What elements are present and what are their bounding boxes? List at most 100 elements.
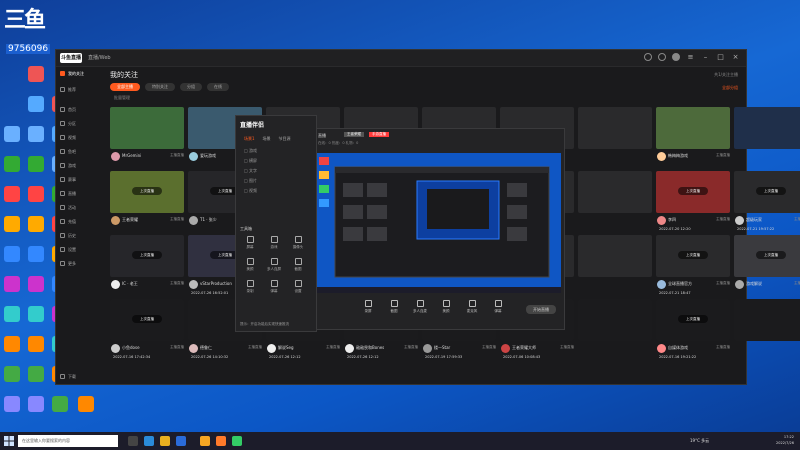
- danmaku-button[interactable]: 弹幕: [487, 297, 509, 325]
- desktop-shortcut-icon[interactable]: [28, 216, 44, 232]
- streamer-card[interactable]: 上次直播 王者荣耀 主播直播: [110, 171, 184, 233]
- source-item[interactable]: □ 游戏: [244, 148, 257, 154]
- desktop-shortcut-icon[interactable]: [28, 126, 44, 142]
- sidebar-download[interactable]: 下载: [60, 372, 76, 381]
- streamer-card[interactable]: MrGemini 主播直播: [110, 107, 184, 169]
- sidebar-item-following[interactable]: 我的关注: [60, 69, 84, 78]
- category-tag[interactable]: 王者荣耀: [344, 132, 364, 137]
- sidebar-item-recharge[interactable]: 充值: [60, 217, 76, 226]
- streamer-name[interactable]: 全球直播官方: [668, 281, 692, 287]
- desktop-shortcut-icon[interactable]: [28, 336, 44, 352]
- multi-mic-button[interactable]: 多人连麦: [409, 297, 431, 325]
- avatar[interactable]: [111, 344, 120, 353]
- microphone-button[interactable]: 麦克风: [461, 297, 483, 325]
- desktop-shortcut-icon[interactable]: [78, 396, 94, 412]
- avatar[interactable]: [345, 344, 354, 353]
- streamer-card[interactable]: 韩梅梅游戏 主播直播: [656, 107, 730, 169]
- desktop-shortcut-icon[interactable]: [4, 336, 20, 352]
- store-icon[interactable]: [176, 436, 186, 446]
- tool-camera-button[interactable]: 摄像头: [288, 236, 308, 252]
- desktop-shortcut-icon[interactable]: [4, 156, 20, 172]
- streamer-name[interactable]: 韩梅梅游戏: [668, 153, 688, 159]
- preview-canvas[interactable]: [317, 153, 561, 293]
- streamer-name[interactable]: vStarProduction: [200, 281, 232, 286]
- stream-thumbnail[interactable]: [656, 107, 730, 149]
- streamer-name[interactable]: 解说Seg: [278, 345, 294, 351]
- tool-settings-button[interactable]: 设置: [288, 280, 308, 296]
- desktop-shortcut-icon[interactable]: [28, 66, 44, 82]
- streamer-name[interactable]: 自媒体游戏: [668, 345, 688, 351]
- streamer-card[interactable]: [578, 107, 652, 169]
- group-manage-link[interactable]: 全部分组: [722, 85, 738, 91]
- filter-online[interactable]: 在线: [207, 83, 229, 91]
- avatar[interactable]: [735, 216, 744, 225]
- stream-thumbnail[interactable]: [578, 107, 652, 149]
- desktop-shortcut-icon[interactable]: [4, 276, 20, 292]
- tool-danmaku-button[interactable]: 弹幕: [264, 280, 284, 296]
- streamer-name[interactable]: 敌敌畏和Bones: [356, 345, 384, 351]
- tab-scene-1[interactable]: 场景1: [244, 136, 255, 142]
- streamer-card[interactable]: 上次直播 2022-07-20 12:20 李四 主播直播: [656, 171, 730, 233]
- desktop-shortcut-icon[interactable]: [4, 186, 20, 202]
- streamer-card[interactable]: [734, 107, 800, 169]
- mode-badge[interactable]: 手游直播: [369, 132, 389, 137]
- avatar[interactable]: [189, 344, 198, 353]
- sidebar-item-game[interactable]: 游戏: [60, 161, 76, 170]
- system-clock[interactable]: 17:22 2022/7/26: [776, 434, 794, 446]
- batch-manage-link[interactable]: 批量管理: [114, 95, 130, 101]
- streamer-card[interactable]: [578, 171, 652, 233]
- desktop-shortcut-icon[interactable]: [28, 366, 44, 382]
- stream-thumbnail[interactable]: [578, 171, 652, 213]
- source-item[interactable]: □ 文字: [244, 168, 257, 174]
- desktop-shortcut-icon[interactable]: [4, 306, 20, 322]
- menu-icon[interactable]: ≡: [686, 53, 695, 62]
- tool-multi-button[interactable]: 多人连屏: [264, 258, 284, 274]
- streamer-card[interactable]: [734, 299, 800, 361]
- desktop-shortcut-icon[interactable]: [28, 276, 44, 292]
- tool-beauty-button[interactable]: 美颜: [240, 258, 260, 274]
- tool-record-button[interactable]: 录制: [240, 280, 260, 296]
- avatar[interactable]: [189, 216, 198, 225]
- filter-group[interactable]: 分组: [180, 83, 202, 91]
- streamer-card[interactable]: 上次直播 2022-07-16 19:21:22 自媒体游戏 主播直播: [656, 299, 730, 361]
- avatar[interactable]: [735, 280, 744, 289]
- streamer-name[interactable]: IC · 老王: [122, 281, 138, 287]
- avatar[interactable]: [111, 152, 120, 161]
- history-icon[interactable]: [644, 53, 652, 61]
- beauty-button[interactable]: 美颜: [435, 297, 457, 325]
- douyu-app-icon[interactable]: [200, 436, 210, 446]
- desktop-shortcut-icon[interactable]: [28, 186, 44, 202]
- sidebar-item-recommend[interactable]: 推荐: [60, 85, 76, 94]
- desktop-shortcut-icon[interactable]: [28, 396, 44, 412]
- streamer-name[interactable]: T1 · 张少: [200, 217, 217, 223]
- streamer-card[interactable]: 上次直播 2022-07-21 19:57:22 超级玩家 主播直播: [734, 171, 800, 233]
- streamer-name[interactable]: 王者荣耀大师: [512, 345, 536, 351]
- avatar[interactable]: [189, 280, 198, 289]
- streamer-card[interactable]: 上次直播游戏解说 主播直播: [734, 235, 800, 297]
- sidebar-item-category[interactable]: 分区: [60, 119, 76, 128]
- task-view-icon[interactable]: [128, 436, 138, 446]
- tab-scene[interactable]: 场景: [263, 136, 271, 142]
- source-item[interactable]: □ 图片: [244, 178, 257, 184]
- taskbar-search-input[interactable]: 在这里输入你要搜索的内容: [18, 435, 118, 447]
- desktop-shortcut-icon[interactable]: [4, 126, 20, 142]
- edge-icon[interactable]: [144, 436, 154, 446]
- desktop-shortcut-icon[interactable]: [28, 96, 44, 112]
- stream-thumbnail[interactable]: [734, 299, 800, 341]
- screenshot-button[interactable]: 截图: [383, 297, 405, 325]
- streamer-card[interactable]: [578, 235, 652, 297]
- streamer-name[interactable]: 游戏解说: [746, 281, 762, 287]
- streamer-name[interactable]: 李四: [668, 217, 676, 223]
- favorite-icon[interactable]: [658, 53, 666, 61]
- avatar[interactable]: [501, 344, 510, 353]
- app-logo[interactable]: 斗鱼直播: [60, 53, 82, 63]
- avatar[interactable]: [189, 152, 198, 161]
- tool-screen-button[interactable]: 屏幕: [240, 236, 260, 252]
- record-screen-button[interactable]: 录屏: [357, 297, 379, 325]
- stream-thumbnail[interactable]: [110, 107, 184, 149]
- stream-thumbnail[interactable]: [578, 235, 652, 277]
- source-item[interactable]: □ 视频: [244, 188, 257, 194]
- avatar[interactable]: [111, 216, 120, 225]
- filter-all[interactable]: 全部主播: [110, 83, 140, 91]
- close-icon[interactable]: ×: [731, 53, 740, 62]
